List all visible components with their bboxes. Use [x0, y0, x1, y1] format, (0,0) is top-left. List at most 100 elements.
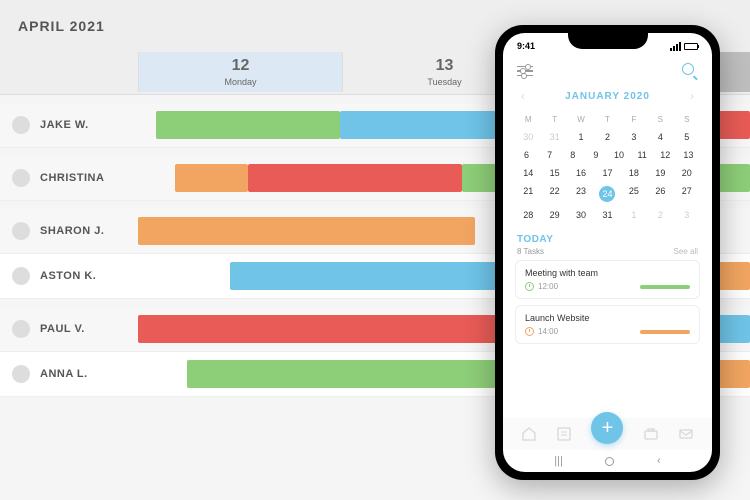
- avatar: [12, 267, 30, 285]
- task-bar[interactable]: [248, 164, 462, 192]
- weekday-header: F: [621, 111, 647, 128]
- calendar-day[interactable]: 3: [621, 128, 647, 146]
- calendar-day[interactable]: 24: [594, 182, 620, 206]
- task-title: Launch Website: [525, 313, 690, 323]
- calendar-day[interactable]: 23: [568, 182, 594, 206]
- calendar-day[interactable]: 11: [631, 146, 654, 164]
- calendar-day[interactable]: 9: [584, 146, 607, 164]
- clock-icon: [525, 282, 534, 291]
- recent-apps-button[interactable]: |||: [554, 455, 563, 467]
- task-bar[interactable]: [156, 111, 340, 139]
- weekday-header: W: [568, 111, 594, 128]
- task-progress: [640, 330, 690, 334]
- calendar-day[interactable]: 25: [621, 182, 647, 206]
- task-progress: [640, 285, 690, 289]
- task-bar[interactable]: [138, 315, 536, 343]
- status-time: 9:41: [517, 41, 535, 51]
- weekday-header: T: [541, 111, 567, 128]
- calendar-day[interactable]: 29: [541, 206, 567, 224]
- avatar: [12, 169, 30, 187]
- calendar-day[interactable]: 26: [647, 182, 673, 206]
- calendar-day[interactable]: 22: [541, 182, 567, 206]
- calendar-title: JANUARY 2020: [565, 91, 650, 102]
- calendar-day[interactable]: 4: [647, 128, 673, 146]
- task-bar[interactable]: [187, 360, 524, 388]
- person-name: PAUL V.: [40, 323, 135, 335]
- signal-icon: [670, 42, 681, 51]
- calendar-day[interactable]: 17: [594, 164, 620, 182]
- task-title: Meeting with team: [525, 268, 690, 278]
- calendar-day[interactable]: 7: [538, 146, 561, 164]
- person-name: SHARON J.: [40, 225, 135, 237]
- day-column[interactable]: 12Monday: [138, 52, 342, 92]
- task-list: Meeting with team12:00 Launch Website 14:0…: [503, 260, 712, 350]
- calendar-day[interactable]: 8: [561, 146, 584, 164]
- calendar-day[interactable]: 13: [677, 146, 700, 164]
- calendar-day[interactable]: 2: [647, 206, 673, 224]
- person-name: ANNA L.: [40, 368, 135, 380]
- app-topbar: [503, 55, 712, 83]
- calendar-day[interactable]: 1: [621, 206, 647, 224]
- calendar-nav: ‹ JANUARY 2020 ›: [503, 83, 712, 109]
- see-all-link[interactable]: See all: [674, 247, 698, 256]
- calendar-day[interactable]: 10: [608, 146, 631, 164]
- today-section: TODAY 8 Tasks See all: [503, 226, 712, 260]
- chevron-right-icon[interactable]: ›: [690, 89, 694, 103]
- weekday-header: M: [515, 111, 541, 128]
- calendar-grid: MTWTFSS303112345678910111213141516171819…: [503, 109, 712, 226]
- calendar-day[interactable]: 21: [515, 182, 541, 206]
- calendar-day[interactable]: 5: [674, 128, 700, 146]
- task-bar[interactable]: [175, 164, 248, 192]
- task-time: 14:00: [538, 327, 558, 336]
- calendar-day[interactable]: 30: [568, 206, 594, 224]
- calendar-day[interactable]: 1: [568, 128, 594, 146]
- calendar-day[interactable]: 20: [674, 164, 700, 182]
- home-button[interactable]: [605, 457, 614, 466]
- today-label: TODAY: [517, 234, 553, 245]
- person-name: ASTON K.: [40, 270, 135, 282]
- calendar-day[interactable]: 19: [647, 164, 673, 182]
- task-card[interactable]: Launch Website 14:00: [515, 305, 700, 344]
- calendar-day[interactable]: 15: [541, 164, 567, 182]
- calendar-day[interactable]: 18: [621, 164, 647, 182]
- calendar-day[interactable]: 6: [515, 146, 538, 164]
- mail-icon[interactable]: [678, 426, 694, 442]
- android-nav-bar: ||| ‹: [503, 450, 712, 472]
- calendar-day[interactable]: 30: [515, 128, 541, 146]
- calendar-day[interactable]: 31: [594, 206, 620, 224]
- calendar-day[interactable]: 27: [674, 182, 700, 206]
- person-name: CHRISTINA: [40, 172, 135, 184]
- search-icon[interactable]: [682, 63, 698, 79]
- add-button[interactable]: +: [591, 412, 623, 444]
- filter-icon[interactable]: [517, 66, 533, 77]
- calendar-day[interactable]: 2: [594, 128, 620, 146]
- calendar-day[interactable]: 14: [515, 164, 541, 182]
- battery-icon: [684, 43, 698, 50]
- calendar-day[interactable]: 12: [654, 146, 677, 164]
- list-icon[interactable]: [556, 426, 572, 442]
- phone-screen: 9:41 ‹ JANUARY 2020 › MTWTFSS30311234567…: [503, 33, 712, 472]
- avatar: [12, 116, 30, 134]
- task-card[interactable]: Meeting with team12:00: [515, 260, 700, 299]
- bottom-nav: +: [503, 418, 712, 450]
- clock-icon: [525, 327, 534, 336]
- calendar-day[interactable]: 28: [515, 206, 541, 224]
- task-bar[interactable]: [138, 217, 475, 245]
- weekday-header: S: [674, 111, 700, 128]
- person-name: JAKE W.: [40, 119, 135, 131]
- back-button[interactable]: ‹: [657, 455, 661, 467]
- weekday-header: S: [647, 111, 673, 128]
- chevron-left-icon[interactable]: ‹: [521, 89, 525, 103]
- weekday-header: T: [594, 111, 620, 128]
- phone-mockup: 9:41 ‹ JANUARY 2020 › MTWTFSS30311234567…: [495, 25, 720, 480]
- calendar-day[interactable]: 16: [568, 164, 594, 182]
- home-icon[interactable]: [521, 426, 537, 442]
- today-count: 8 Tasks: [517, 247, 553, 256]
- avatar: [12, 365, 30, 383]
- task-bar[interactable]: [719, 111, 750, 139]
- avatar: [12, 222, 30, 240]
- briefcase-icon[interactable]: [643, 426, 659, 442]
- avatar: [12, 320, 30, 338]
- calendar-day[interactable]: 31: [541, 128, 567, 146]
- calendar-day[interactable]: 3: [674, 206, 700, 224]
